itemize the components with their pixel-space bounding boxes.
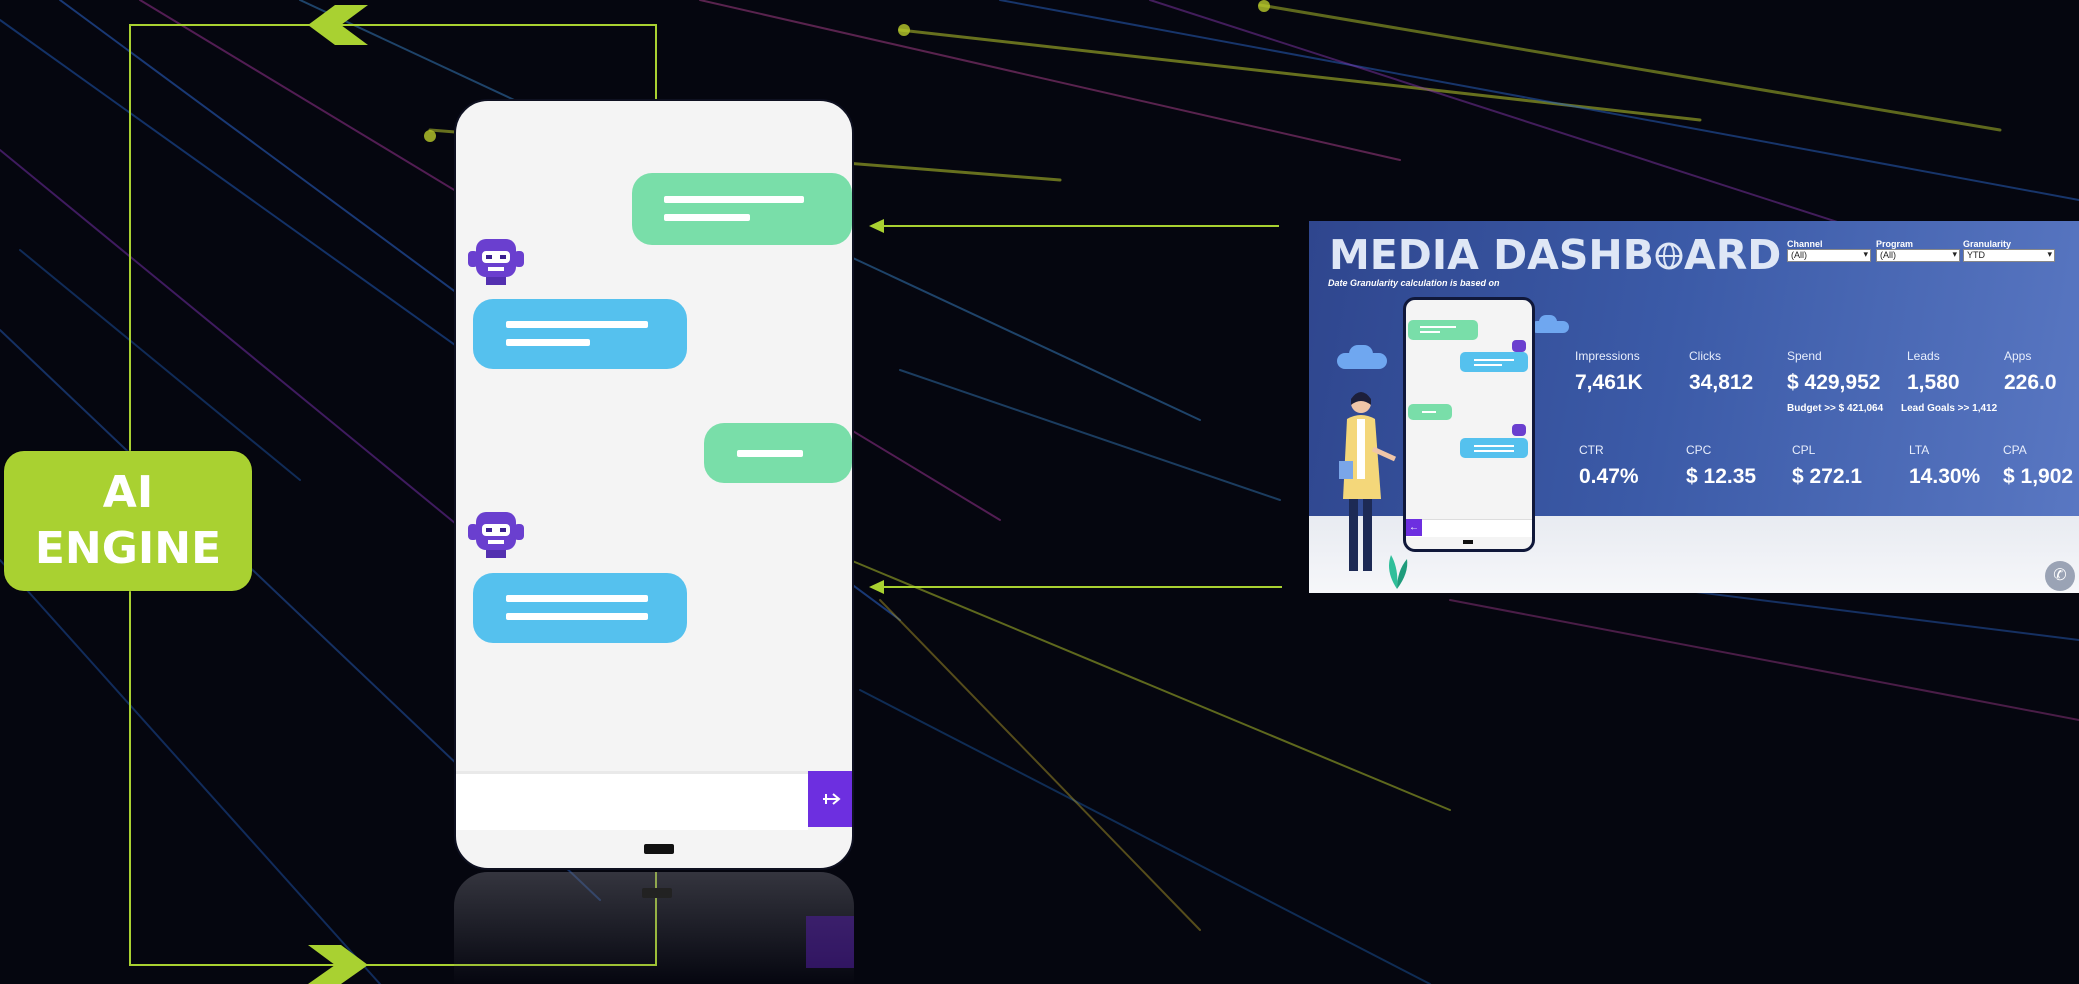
robot-icon <box>468 512 524 558</box>
engine-label-line2: ENGINE <box>34 523 222 574</box>
arrow-right-icon <box>823 793 841 805</box>
kpi-cpc: CPC $ 12.35 <box>1686 443 1757 488</box>
media-dashboard-preview: MEDIA DASHB ARD Date Granularity calcula… <box>1309 221 2079 593</box>
bot-message-bubble <box>473 573 687 643</box>
cloud-decoration <box>1349 345 1373 363</box>
arrow-left-icon: ← <box>1406 519 1422 536</box>
filter-program[interactable]: Program (All) <box>1876 239 1960 262</box>
mini-chatbot-phone: ← <box>1403 297 1535 552</box>
kpi-clicks: Clicks 34,812 <box>1689 349 1754 394</box>
kpi-cpa: CPA $ 1,902 <box>2003 443 2074 488</box>
arrow-left-icon <box>869 580 884 594</box>
kpi-leads: Leads 1,580 Lead Goals >> 1,412 <box>1901 349 1998 414</box>
send-button[interactable] <box>808 771 852 827</box>
engine-label-line1: AI <box>102 467 154 518</box>
kpi-lta: LTA 14.30% <box>1909 443 1981 488</box>
phone-home-button[interactable] <box>644 844 674 854</box>
bot-message-bubble <box>473 299 687 369</box>
phone-reflection <box>454 872 854 984</box>
whatsapp-icon[interactable]: ✆ <box>2045 561 2075 591</box>
dashboard-subtitle: Date Granularity calculation is based on <box>1328 278 1500 288</box>
plant-icon <box>1389 555 1408 589</box>
ai-engine-badge: AI ENGINE <box>4 451 252 591</box>
dashboard-title: MEDIA DASHB ARD <box>1329 231 1782 279</box>
robot-icon <box>468 239 524 285</box>
kpi-impressions: Impressions 7,461K <box>1575 349 1643 394</box>
chat-message-input[interactable] <box>456 771 808 830</box>
cloud-decoration <box>1539 315 1557 329</box>
kpi-spend: Spend $ 429,952 Budget >> $ 421,064 <box>1787 349 1884 414</box>
arrow-left-icon <box>869 219 884 233</box>
user-message-bubble <box>704 423 852 483</box>
globe-icon <box>1655 242 1683 270</box>
user-message-bubble <box>632 173 852 245</box>
filter-channel[interactable]: Channel (All) <box>1787 239 1871 262</box>
chatbot-phone <box>454 99 854 870</box>
kpi-ctr: CTR 0.47% <box>1579 443 1639 488</box>
kpi-apps: Apps 226.0 <box>2004 349 2057 394</box>
kpi-cpl: CPL $ 272.1 <box>1792 443 1863 488</box>
filter-granularity[interactable]: Granularity YTD <box>1963 239 2055 262</box>
